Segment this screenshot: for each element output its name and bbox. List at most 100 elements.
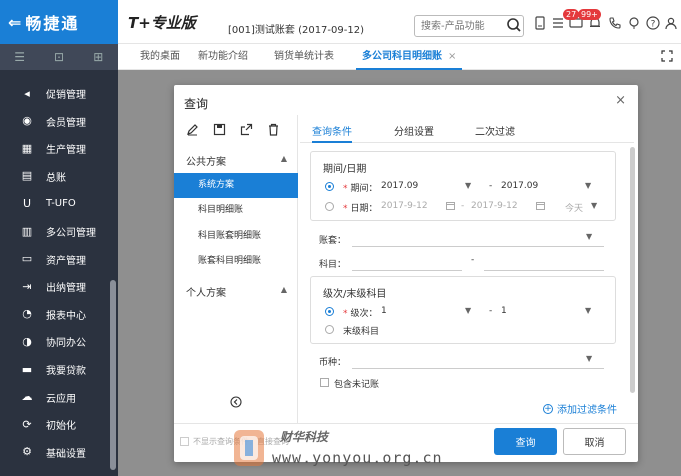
chevron-down-icon[interactable]: ▼ — [585, 306, 591, 315]
cancel-button[interactable]: 取消 — [563, 428, 626, 455]
member-icon: ◉ — [22, 114, 32, 128]
tab-desktop[interactable]: 我的桌面 — [140, 44, 180, 70]
save-icon[interactable] — [213, 123, 226, 136]
calendar-icon[interactable] — [536, 201, 545, 210]
today-select[interactable]: 今天 — [565, 201, 583, 214]
chevron-up-icon[interactable]: ▲ — [281, 285, 287, 294]
search-menu-icon[interactable]: ⊡ — [39, 50, 78, 64]
sidebar-item[interactable]: ▦ 生产管理 — [0, 135, 118, 162]
menu-icon[interactable]: ☰ — [0, 50, 39, 64]
sidebar-item[interactable]: ☁ 云应用 — [0, 384, 118, 411]
chevron-down-icon[interactable]: ▼ — [585, 181, 591, 190]
sidebar-item[interactable]: ⇥ 出纳管理 — [0, 273, 118, 300]
period-label: * 期间： — [343, 184, 378, 194]
init-icon: ⟳ — [22, 417, 32, 431]
report-icon: ◔ — [22, 307, 32, 321]
sidebar-item[interactable]: ◔ 报表中心 — [0, 301, 118, 328]
date-radio[interactable] — [325, 202, 334, 211]
period-from-value[interactable]: 2017.09 — [381, 181, 418, 191]
account-from-field[interactable] — [352, 270, 462, 271]
account-separator: - — [471, 255, 475, 265]
chevron-down-icon[interactable]: ▼ — [586, 232, 592, 241]
chevron-down-icon[interactable]: ▼ — [586, 354, 592, 363]
dialog-close-icon[interactable]: × — [615, 93, 626, 108]
dialog-tabs: 查询条件 分组设置 二次过滤 — [300, 121, 634, 143]
chevron-down-icon[interactable]: ▼ — [591, 201, 597, 210]
dialog-scrollbar[interactable] — [630, 147, 635, 393]
level-radio[interactable] — [325, 307, 334, 316]
device-icon[interactable] — [533, 16, 547, 30]
include-unposted-checkbox[interactable] — [320, 378, 329, 387]
query-dialog: 查询 × 公共方案 ▲ 系统方案 科目明细账 科目账套明细账 账套科目明细账 个… — [174, 85, 638, 462]
calendar-icon[interactable] — [446, 201, 455, 210]
date-to-value[interactable]: 2017-9-12 — [471, 201, 518, 211]
chevron-up-icon[interactable]: ▲ — [281, 154, 287, 163]
top-bar: ⇐ 畅捷通 T+专业版 [001]测试账套 (2017-09-12) 27 99… — [0, 0, 681, 44]
chevron-down-icon[interactable]: ▼ — [465, 181, 471, 190]
sidebar-item[interactable]: ◑ 协同办公 — [0, 328, 118, 355]
currency-field[interactable] — [352, 368, 604, 369]
back-arrow-icon[interactable]: ⇐ — [8, 13, 21, 32]
sidebar-item[interactable]: ⟳ 初始化 — [0, 411, 118, 438]
sidebar-scrollbar[interactable] — [110, 280, 116, 470]
phone-icon[interactable] — [608, 16, 622, 30]
query-button[interactable]: 查询 — [494, 428, 557, 455]
sidebar-item[interactable]: ▬ 我要贷款 — [0, 356, 118, 383]
personal-scheme-header[interactable]: 个人方案 — [186, 284, 226, 299]
sidebar-item-label: 我要贷款 — [46, 366, 86, 377]
sidebar-item[interactable]: ▭ 资产管理 — [0, 246, 118, 273]
level-from-value[interactable]: 1 — [381, 306, 387, 316]
service-icon[interactable] — [627, 16, 641, 30]
task-list-icon[interactable] — [551, 16, 565, 30]
brand-logo[interactable]: ⇐ 畅捷通 — [0, 0, 118, 44]
period-to-value[interactable]: 2017.09 — [501, 181, 538, 191]
level-to-value[interactable]: 1 — [501, 306, 507, 316]
sidebar-item[interactable]: U T-UFO — [0, 190, 118, 217]
hide-conditions-checkbox[interactable] — [180, 437, 189, 446]
tab-group-settings[interactable]: 分组设置 — [394, 123, 434, 143]
edit-icon[interactable] — [186, 123, 199, 136]
help-icon[interactable]: ? — [646, 16, 660, 30]
fullscreen-icon[interactable] — [661, 50, 673, 62]
collapse-left-icon[interactable] — [230, 396, 242, 408]
sidebar-item[interactable]: ▥ 多公司管理 — [0, 218, 118, 245]
account-info[interactable]: [001]测试账套 (2017-09-12) — [228, 21, 364, 36]
search-icon[interactable] — [506, 17, 522, 33]
leaf-account-radio[interactable] — [325, 325, 334, 334]
sidebar: ☰ ⊡ ⊞ ◂ 促销管理 ◉ 会员管理 ▦ 生产管理 ▤ 总账 U T-UFO ▥ 多公司管理 ▭ 资产管… — [0, 44, 118, 476]
ufo-icon: U — [22, 196, 32, 210]
tab-close-icon[interactable]: × — [448, 51, 456, 62]
sidebar-item[interactable]: ◂ 促销管理 — [0, 80, 118, 107]
scheme-item[interactable]: 系统方案 — [174, 173, 298, 198]
tab-new-features[interactable]: 新功能介绍 — [198, 44, 248, 70]
scheme-item[interactable]: 科目明细账 — [174, 198, 298, 223]
book-field[interactable] — [352, 246, 604, 247]
sidebar-item[interactable]: ⚙ 基础设置 — [0, 439, 118, 466]
book-label: 账套： — [319, 236, 347, 246]
date-from-value[interactable]: 2017-9-12 — [381, 201, 428, 211]
scheme-item[interactable]: 账套科目明细账 — [174, 249, 298, 274]
chevron-down-icon[interactable]: ▼ — [465, 306, 471, 315]
tab-bar: 我的桌面 新功能介绍 销货单统计表 多公司科目明细账 × — [118, 44, 681, 70]
public-scheme-header[interactable]: 公共方案 — [186, 153, 226, 168]
add-filter-button[interactable]: + 添加过滤条件 — [543, 401, 617, 416]
sidebar-item-label: 会员管理 — [46, 117, 86, 129]
sidebar-item[interactable]: ▤ 总账 — [0, 163, 118, 190]
sidebar-item[interactable]: ◉ 会员管理 — [0, 108, 118, 135]
tab-multi-company-ledger[interactable]: 多公司科目明细账 × — [356, 44, 463, 70]
scheme-item[interactable]: 科目账套明细账 — [174, 224, 298, 249]
tab-sales-stats[interactable]: 销货单统计表 — [274, 44, 334, 70]
period-separator: - — [489, 181, 493, 191]
tab-secondary-filter[interactable]: 二次过滤 — [475, 123, 515, 143]
export-icon[interactable] — [240, 123, 253, 136]
sidebar-item-label: T-UFO — [46, 198, 76, 210]
loan-icon: ▬ — [21, 362, 33, 376]
sidebar-toolbar: ☰ ⊡ ⊞ — [0, 44, 118, 70]
period-section: 期间/日期 * 期间： 2017.09 ▼ - 2017.09 ▼ * 日期： 20… — [310, 151, 616, 221]
add-shortcut-icon[interactable]: ⊞ — [79, 50, 118, 64]
tab-query-conditions[interactable]: 查询条件 — [312, 123, 352, 143]
delete-icon[interactable] — [267, 123, 280, 136]
period-radio[interactable] — [325, 182, 334, 191]
user-icon[interactable] — [664, 16, 678, 30]
account-to-field[interactable] — [484, 270, 604, 271]
